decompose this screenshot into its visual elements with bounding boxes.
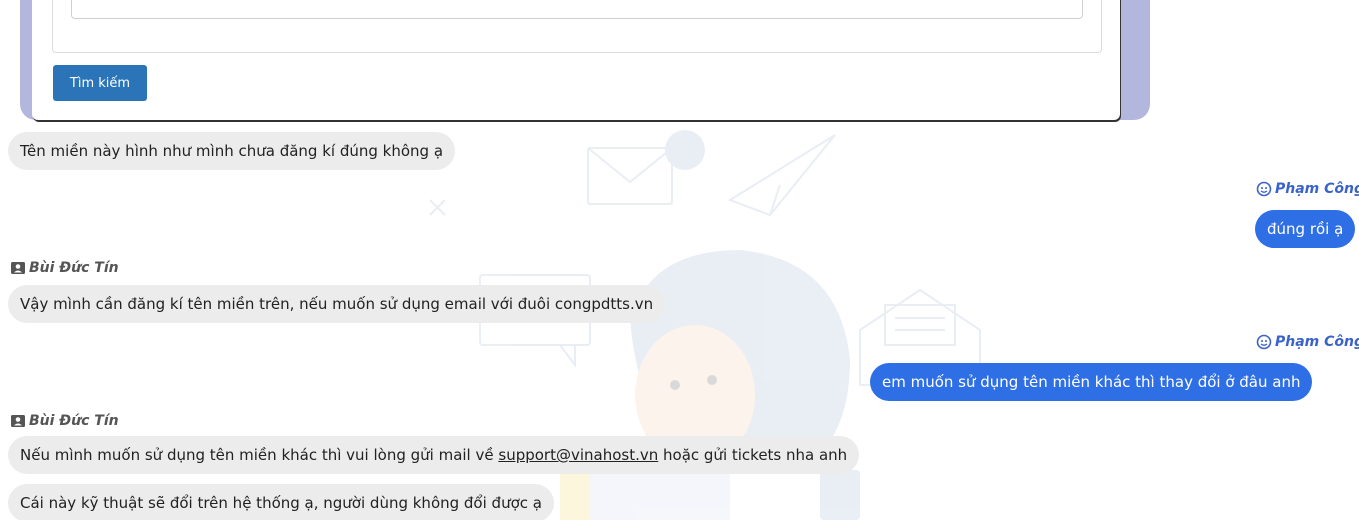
message-bubble-outgoing: đúng rồi ạ [1255, 210, 1356, 248]
sender-name-incoming: Bùi Đức Tín [10, 413, 119, 429]
chat-page: Tìm kiếm Tên miền này hình như mình chưa… [0, 0, 1359, 520]
message-text: Nếu mình muốn sử dụng tên miền khác thì … [20, 446, 499, 464]
search-button[interactable]: Tìm kiếm [53, 65, 147, 101]
search-field-group [52, 0, 1102, 53]
search-card [32, 0, 1120, 120]
message-bubble-incoming: Cái này kỹ thuật sẽ đổi trên hệ thống ạ,… [8, 484, 554, 520]
smiley-face-icon [1256, 181, 1272, 197]
message-text: hoặc gửi tickets nha anh [658, 446, 848, 464]
sender-name-outgoing: Phạm Công [1256, 334, 1359, 350]
user-card-icon [11, 262, 25, 274]
user-card-icon [11, 415, 25, 427]
message-bubble-incoming: Nếu mình muốn sử dụng tên miền khác thì … [8, 436, 860, 474]
message-bubble-incoming: Vậy mình cần đăng kí tên miền trên, nếu … [8, 285, 666, 323]
support-email-link[interactable]: support@vinahost.vn [498, 446, 658, 464]
message-bubble-outgoing: em muốn sử dụng tên miền khác thì thay đ… [870, 363, 1313, 401]
sender-name-text: Phạm Công [1275, 181, 1359, 197]
sender-name-text: Bùi Đức Tín [29, 260, 119, 276]
sender-name-text: Bùi Đức Tín [29, 413, 119, 429]
search-input[interactable] [71, 0, 1083, 19]
message-bubble-incoming: Tên miền này hình như mình chưa đăng kí … [8, 132, 456, 170]
sender-name-text: Phạm Công [1275, 334, 1359, 350]
smiley-face-icon [1256, 334, 1272, 350]
sender-name-incoming: Bùi Đức Tín [10, 260, 119, 276]
sender-name-outgoing: Phạm Công [1256, 181, 1359, 197]
